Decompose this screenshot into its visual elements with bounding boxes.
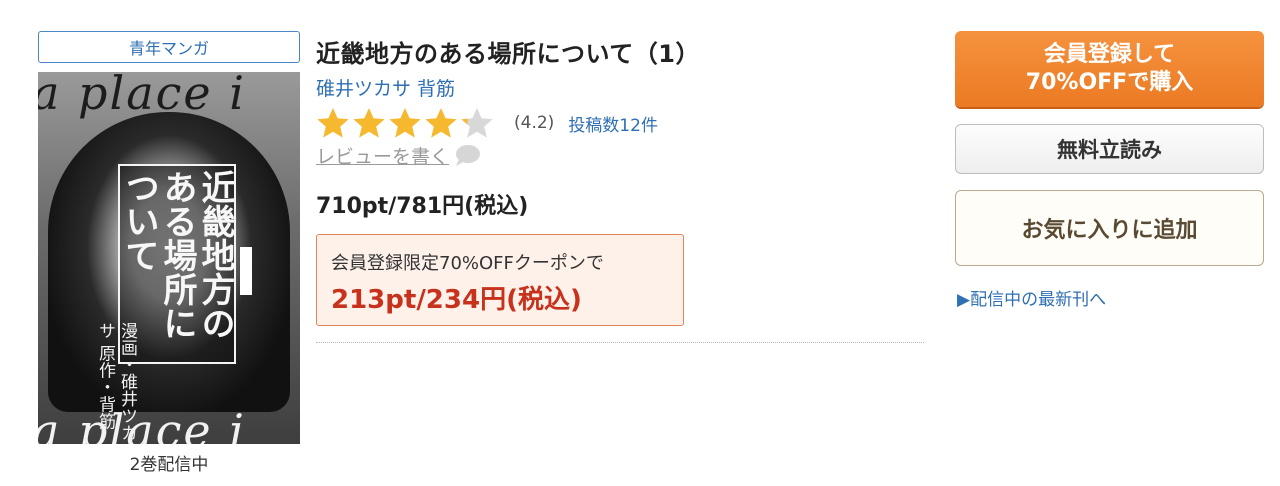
buy-button-line1: 会員登録して xyxy=(1043,42,1176,67)
coupon-box: 会員登録限定70%OFFクーポンで 213pt/234円(税込) xyxy=(316,234,684,326)
coupon-price: 213pt/234円(税込) xyxy=(331,285,582,315)
rating-value: (4.2) xyxy=(514,113,555,133)
rating-row: (4.2) 投稿数12件 xyxy=(316,106,658,140)
add-to-favorites-button[interactable]: お気に入りに追加 xyxy=(955,190,1264,266)
star-icon xyxy=(388,107,422,139)
dotted-divider xyxy=(316,342,924,343)
star-icon xyxy=(424,107,458,139)
rating-stars xyxy=(316,107,496,139)
cover-background-text-bottom: a place i xyxy=(38,404,246,444)
star-icon xyxy=(460,107,494,139)
author-link[interactable]: 碓井ツカサ 背筋 xyxy=(316,74,455,101)
book-cover-image[interactable]: a place i 近畿地方のある場所について 漫画・碓井ツカサ 原作・背筋 a… xyxy=(38,72,300,444)
speech-bubble-icon xyxy=(456,144,481,166)
buy-button-line2: 70%OFFで購入 xyxy=(1025,70,1194,95)
write-review-label: レビューを書く xyxy=(316,146,450,168)
genre-badge[interactable]: 青年マンガ xyxy=(38,31,300,63)
coupon-label: 会員登録限定70%OFFクーポンで xyxy=(331,253,604,274)
latest-volume-link[interactable]: ▶配信中の最新刊へ xyxy=(957,285,1106,310)
write-review-link[interactable]: レビューを書く xyxy=(316,142,481,169)
cover-volume-mark xyxy=(240,247,252,295)
book-title: 近畿地方のある場所について（1） xyxy=(316,40,700,68)
star-icon xyxy=(316,107,350,139)
register-and-buy-button[interactable]: 会員登録して 70%OFFで購入 xyxy=(955,31,1264,107)
star-icon xyxy=(352,107,386,139)
free-preview-button[interactable]: 無料立読み xyxy=(955,124,1264,174)
review-count-link[interactable]: 投稿数12件 xyxy=(568,111,658,136)
price-text: 710pt/781円(税込) xyxy=(316,194,529,219)
volumes-available-text: 2巻配信中 xyxy=(129,455,209,475)
cover-background-text: a place i xyxy=(38,72,246,120)
cover-vertical-title: 近畿地方のある場所について xyxy=(119,170,235,340)
